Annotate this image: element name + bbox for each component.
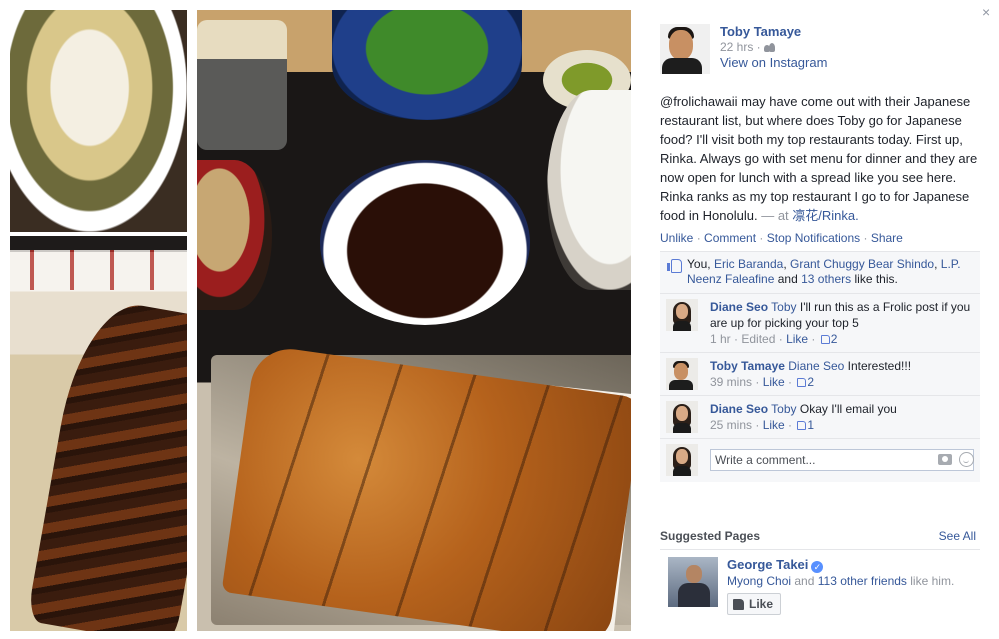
sauce-bowl [320,160,530,325]
page-name[interactable]: George Takei [727,557,808,572]
comment-item: Toby Tamaye Diane Seo Interested!!! 39 m… [660,352,980,395]
comment-item: Diane Seo Toby I'll run this as a Frolic… [660,293,980,352]
comment-text: Interested!!! [847,359,912,373]
comment-input[interactable] [711,450,931,470]
friends-and: and [794,574,815,588]
like-page-label: Like [749,597,774,611]
separator: · [759,231,764,245]
comment-time[interactable]: 1 hr [710,332,731,346]
friends-icon[interactable] [764,43,776,52]
like-count-icon [820,335,830,344]
photo-unagi-don[interactable] [10,236,187,631]
page-thumbnail[interactable] [668,557,718,607]
divider [660,549,980,550]
comment-like-count[interactable]: 1 [807,418,814,432]
comment-author[interactable]: Toby Tamaye [710,359,785,373]
friends-suffix: like him. [910,574,955,588]
likes-and: and [777,272,798,286]
miso-bowl [197,160,272,310]
comment-like-count[interactable]: 2 [831,332,838,346]
like-count-icon [797,378,807,387]
separator: · [863,231,868,245]
liker-name[interactable]: Eric Baranda [714,257,783,271]
suggested-pages-header: Suggested Pages See All [660,529,976,543]
like-thumb-icon [667,258,682,273]
photo-udon-bowl[interactable] [10,10,187,232]
likes-others-link[interactable]: 13 others [801,272,851,286]
post-text: @frolichawaii may have come out with the… [660,94,978,223]
commenter-avatar[interactable] [666,358,698,390]
salad-bowl [332,10,522,120]
thumbs-up-icon [733,598,744,610]
at-prefix: — at [761,208,789,223]
comment-edited[interactable]: Edited [741,332,775,346]
unlike-link[interactable]: Unlike [660,231,693,245]
author-avatar[interactable] [660,24,710,74]
comment-mention[interactable]: Toby [771,300,796,314]
post-body: @frolichawaii may have come out with the… [660,92,982,225]
commenter-avatar[interactable] [666,401,698,433]
separator: · [696,231,701,245]
share-link[interactable]: Share [871,231,903,245]
comment-author[interactable]: Diane Seo [710,402,768,416]
emoji-icon[interactable] [959,452,974,467]
likes-suffix: like this. [854,272,898,286]
camera-icon[interactable] [938,454,952,465]
likes-summary: You, Eric Baranda, Grant Chuggy Bear Shi… [660,251,980,293]
other-friends-link[interactable]: 113 other friends [818,574,907,588]
like-page-button[interactable]: Like [727,593,782,615]
comment-box[interactable] [710,449,974,471]
suggested-page-item: George Takei ✓ Myong Choi and 113 other f… [668,557,954,615]
see-all-link[interactable]: See All [939,529,976,543]
view-on-instagram-link[interactable]: View on Instagram [720,55,827,70]
comment-item: Diane Seo Toby Okay I'll email you 25 mi… [660,395,980,438]
likes-you: You, [687,257,711,271]
liker-name[interactable]: Grant Chuggy Bear Shindo [790,257,934,271]
post-timestamp[interactable]: 22 hrs · [720,40,761,54]
tea-cup [197,20,287,150]
author-name[interactable]: Toby Tamaye [720,24,801,39]
comment-mention[interactable]: Toby [771,402,796,416]
close-icon[interactable]: × [982,4,990,20]
comment-time[interactable]: 39 mins [710,375,752,389]
comment-composer [660,438,980,482]
comment-like-link[interactable]: Like [763,418,785,432]
feedback-panel: You, Eric Baranda, Grant Chuggy Bear Shi… [660,251,980,482]
comment-link[interactable]: Comment [704,231,756,245]
post-actions: Unlike · Comment · Stop Notifications · … [660,231,903,245]
comment-text: Okay I'll email you [799,402,897,416]
friend-name[interactable]: Myong Choi [727,574,791,588]
post-author-header: Toby Tamaye 22 hrs · View on Instagram [660,24,827,74]
comment-author[interactable]: Diane Seo [710,300,768,314]
comment-like-link[interactable]: Like [763,375,785,389]
comment-time[interactable]: 25 mins [710,418,752,432]
commenter-avatar[interactable] [666,299,698,331]
rice-bowl [547,90,631,290]
photo-tonkatsu-set[interactable] [197,10,631,631]
my-avatar [666,444,698,476]
stop-notifications-link[interactable]: Stop Notifications [767,231,860,245]
comment-like-link[interactable]: Like [786,332,808,346]
verified-badge-icon: ✓ [811,561,824,573]
location-link[interactable]: 凛花/Rinka. [792,208,858,223]
comment-like-count[interactable]: 2 [807,375,814,389]
unagi-fillet [26,295,187,631]
tonkatsu-cutlet [221,344,631,631]
like-count-icon [797,421,807,430]
comment-mention[interactable]: Diane Seo [788,359,844,373]
suggested-pages-title: Suggested Pages [660,529,761,543]
